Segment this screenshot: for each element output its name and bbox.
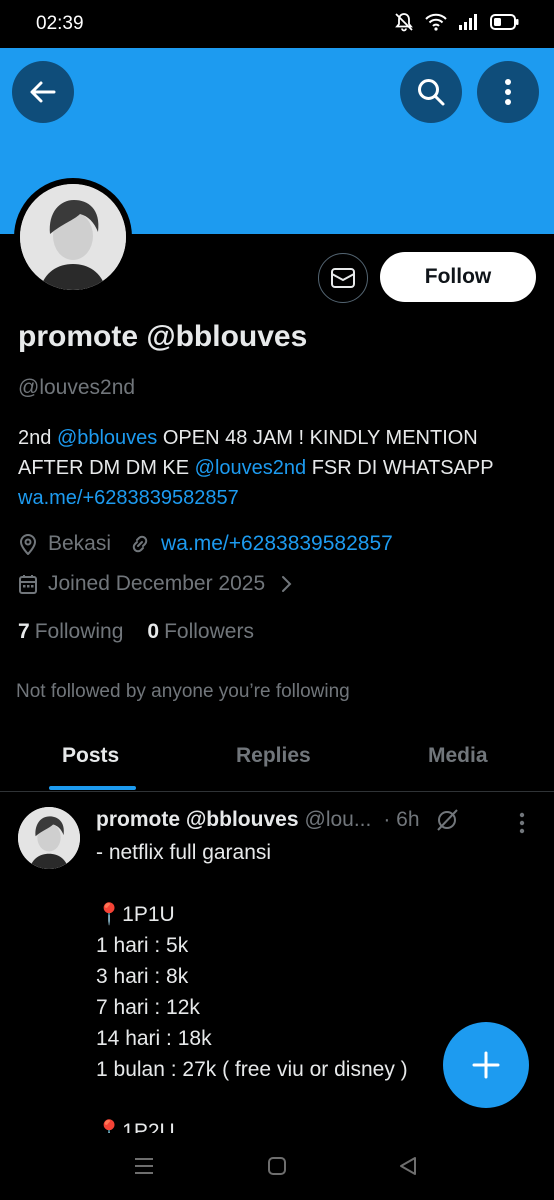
profile-tabs: Posts Replies Media xyxy=(0,724,554,792)
followers-count-link[interactable]: 0 Followers xyxy=(147,620,254,644)
post-line: 1 hari : 5k xyxy=(96,934,189,957)
nav-home-button[interactable] xyxy=(267,1156,287,1181)
display-name: promote @bblouves xyxy=(18,320,308,353)
bio-text: 2nd xyxy=(18,427,57,449)
search-icon xyxy=(418,79,445,106)
more-button[interactable] xyxy=(477,61,539,123)
link-icon xyxy=(132,535,148,553)
not-followed-note: Not followed by anyone you’re following xyxy=(16,681,350,702)
back-button[interactable] xyxy=(12,61,74,123)
status-bar: 02:39 xyxy=(0,0,554,48)
active-tab-indicator xyxy=(49,786,136,790)
following-count-link[interactable]: 7 Following xyxy=(18,620,123,644)
calendar-icon xyxy=(19,575,37,594)
post-line: 7 hari : 12k xyxy=(96,996,200,1019)
back-triangle-icon xyxy=(400,1157,416,1175)
following-count: 7 xyxy=(18,620,30,643)
signal-icon xyxy=(459,14,477,30)
post-author-name[interactable]: promote @bblouves xyxy=(96,808,299,832)
post-line: 📍1P1U xyxy=(96,903,175,926)
message-button[interactable] xyxy=(318,253,368,303)
follow-button[interactable]: Follow xyxy=(380,252,536,302)
bio-link[interactable]: wa.me/+6283839582857 xyxy=(18,487,239,509)
search-button[interactable] xyxy=(400,61,462,123)
profile-handle: @louves2nd xyxy=(18,376,136,399)
envelope-icon xyxy=(331,268,355,288)
arrow-left-icon xyxy=(30,81,56,103)
status-time: 02:39 xyxy=(36,13,84,34)
post-more-icon[interactable] xyxy=(518,811,526,835)
post-line: - netflix full garansi xyxy=(96,841,272,864)
more-vertical-icon xyxy=(505,79,511,105)
menu-icon xyxy=(135,1158,153,1174)
joined-text: Joined December 2025 xyxy=(48,572,266,595)
post-line: 14 hari : 18k xyxy=(96,1027,212,1050)
post-time: · 6h xyxy=(383,808,420,831)
bio-text: FSR DI WHATSAPP xyxy=(306,457,494,479)
chevron-right-icon xyxy=(282,576,292,592)
follow-counts: 7 Following 0 Followers xyxy=(18,620,254,644)
bio-mention[interactable]: @louves2nd xyxy=(195,457,306,479)
post-header: promote @bblouves @lou... · 6h xyxy=(96,807,460,833)
nav-menu-button[interactable] xyxy=(133,1156,155,1181)
post-line xyxy=(96,868,408,899)
system-nav-bar xyxy=(0,1140,554,1200)
post-line: 📍1P2U xyxy=(96,1120,175,1133)
followers-label: Followers xyxy=(164,620,254,643)
following-label: Following xyxy=(34,620,124,643)
post-avatar[interactable] xyxy=(18,807,80,869)
profile-meta-location: Bekasi wa.me/+6283839582857 xyxy=(18,532,393,556)
bio-mention[interactable]: @bblouves xyxy=(57,427,157,449)
profile-meta-joined[interactable]: Joined December 2025 xyxy=(18,572,303,596)
tab-replies[interactable]: Replies xyxy=(236,744,311,768)
location-text: Bekasi xyxy=(48,532,112,555)
post-author-handle: @lou... xyxy=(304,808,372,831)
post-line xyxy=(96,1085,408,1116)
followers-count: 0 xyxy=(147,620,160,643)
battery-icon xyxy=(490,14,519,30)
nav-back-button[interactable] xyxy=(398,1156,418,1181)
profile-avatar[interactable] xyxy=(14,178,132,296)
wifi-icon xyxy=(425,13,447,31)
status-icons xyxy=(394,12,520,32)
profile-bio: 2nd @bblouves OPEN 48 JAM ! KINDLY MENTI… xyxy=(18,423,538,513)
website-link[interactable]: wa.me/+6283839582857 xyxy=(161,532,393,556)
post-body: - netflix full garansi 📍1P1U 1 hari : 5k… xyxy=(96,837,408,1133)
compose-button[interactable] xyxy=(443,1022,529,1108)
tab-media[interactable]: Media xyxy=(428,744,488,768)
tab-posts[interactable]: Posts xyxy=(62,744,119,768)
plus-icon xyxy=(472,1051,500,1079)
location-pin-icon xyxy=(19,534,37,555)
post-line: 3 hari : 8k xyxy=(96,965,189,988)
avatar-image xyxy=(20,184,126,290)
mute-bell-icon xyxy=(395,13,413,32)
post-line: 1 bulan : 27k ( free viu or disney ) xyxy=(96,1058,408,1081)
grok-icon[interactable] xyxy=(434,807,460,833)
home-square-icon xyxy=(268,1157,286,1175)
